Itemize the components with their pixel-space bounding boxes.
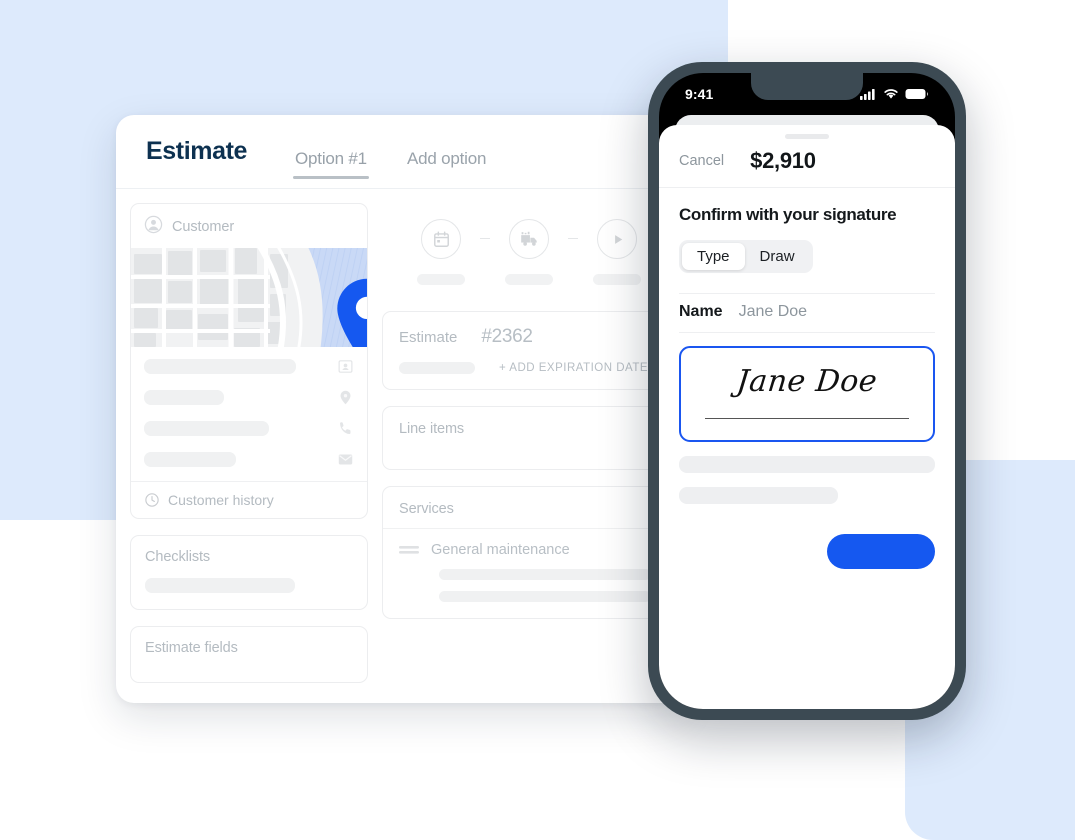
truck-icon: [520, 231, 537, 246]
left-column: Customer Customer history Checklists Est…: [130, 203, 368, 683]
cancel-button[interactable]: Cancel: [679, 153, 724, 169]
desktop-estimate-window: Estimate Option #1 Add option Customer C…: [116, 115, 682, 703]
tab-option-1[interactable]: Option #1: [293, 149, 369, 189]
skeleton-line: [679, 487, 838, 504]
customer-detail-row: [144, 451, 354, 468]
step-label-skeleton: [417, 274, 465, 285]
line-items-card: Line items: [382, 406, 668, 470]
phone-icon: [340, 422, 351, 435]
sheet-body: Confirm with your signature Type Draw Na…: [659, 188, 955, 569]
step-label-skeleton: [505, 274, 553, 285]
step-connector: [568, 238, 578, 240]
drag-handle-icon[interactable]: [399, 543, 419, 557]
truck-step-ring: [509, 219, 549, 259]
amount-total: $2,910: [750, 148, 816, 173]
step-label-skeleton: [593, 274, 641, 285]
workflow-step[interactable]: [402, 219, 480, 285]
step-connector: [480, 238, 490, 240]
segment-type[interactable]: Type: [682, 243, 745, 270]
signature-text: Jane Doe: [734, 364, 880, 399]
estimate-fields-card: Estimate fields: [130, 626, 368, 683]
page-root: Estimate Option #1 Add option Customer C…: [0, 0, 1075, 840]
service-name: General maintenance: [431, 542, 570, 558]
calendar-step-ring: [421, 219, 461, 259]
estimate-number-card: Estimate #2362 + ADD EXPIRATION DATE: [382, 311, 668, 390]
name-label: Name: [679, 303, 723, 320]
signal-icon: [860, 89, 875, 100]
signature-input-box[interactable]: Jane Doe: [679, 346, 935, 442]
confirm-heading: Confirm with your signature: [679, 205, 897, 224]
skeleton-line: [399, 362, 475, 374]
name-value: Jane Doe: [738, 303, 808, 320]
contact-card-icon: [338, 360, 353, 373]
option-tabs: Option #1 Add option: [293, 115, 524, 189]
skeleton-line: [144, 359, 296, 374]
segment-draw[interactable]: Draw: [745, 243, 810, 270]
customer-detail-row: [144, 420, 354, 437]
phone-notch: [751, 73, 863, 100]
name-field-row[interactable]: Name Jane Doe: [679, 293, 935, 333]
map-pin-icon: [337, 278, 367, 347]
desktop-body: Customer Customer history Checklists Est…: [116, 189, 682, 697]
customer-map[interactable]: [131, 248, 367, 347]
skeleton-line: [144, 452, 236, 467]
services-label: Services: [399, 501, 454, 517]
line-items-label: Line items: [399, 421, 465, 437]
status-time: 9:41: [685, 86, 714, 102]
location-pin-icon: [340, 390, 351, 405]
right-column: Estimate #2362 + ADD EXPIRATION DATE Lin…: [382, 203, 668, 683]
skeleton-line: [439, 591, 651, 602]
service-row[interactable]: General maintenance: [399, 529, 651, 558]
play-icon: [614, 234, 622, 244]
page-title: Estimate: [146, 137, 248, 165]
add-expiration-date-button[interactable]: + ADD EXPIRATION DATE: [499, 362, 648, 374]
desktop-header: Estimate Option #1 Add option: [116, 115, 682, 189]
services-card: Services General maintenance: [382, 486, 668, 619]
workflow-step[interactable]: [490, 219, 568, 285]
phone-screen: 9:41 Cancel $2,910 Confirm with your sig…: [659, 73, 955, 709]
signature-bottom-sheet: Cancel $2,910 Confirm with your signatur…: [659, 125, 955, 709]
skeleton-line: [145, 578, 295, 593]
customer-history-label: Customer history: [168, 492, 274, 508]
checklists-label: Checklists: [145, 549, 211, 565]
checklists-card: Checklists: [130, 535, 368, 610]
skeleton-line: [439, 569, 651, 580]
email-icon: [338, 454, 353, 465]
skeleton-line: [144, 421, 269, 436]
status-icons: [860, 88, 929, 100]
tab-add-option[interactable]: Add option: [405, 149, 488, 189]
calendar-icon: [433, 231, 449, 247]
signature-mode-segmented-control: Type Draw: [679, 240, 813, 273]
phone-mockup: 9:41 Cancel $2,910 Confirm with your sig…: [648, 62, 966, 720]
play-step-ring: [597, 219, 637, 259]
customer-avatar-icon: [144, 215, 163, 239]
submit-button[interactable]: [827, 534, 935, 569]
estimate-number: #2362: [481, 326, 533, 347]
workflow-steps: [382, 203, 668, 289]
skeleton-line: [679, 456, 935, 473]
customer-detail-row: [144, 389, 354, 406]
customer-detail-rows: [131, 347, 367, 481]
service-detail-skeletons: [399, 569, 651, 602]
clock-history-icon: [145, 493, 159, 507]
estimate-fields-label: Estimate fields: [145, 640, 238, 656]
customer-history-row[interactable]: Customer history: [131, 481, 367, 518]
signature-baseline: [705, 417, 909, 419]
customer-detail-row: [144, 358, 354, 375]
estimate-label: Estimate: [399, 329, 458, 346]
skeleton-line: [144, 390, 224, 405]
customer-card: Customer Customer history: [130, 203, 368, 519]
wifi-icon: [884, 89, 898, 99]
battery-icon: [905, 89, 928, 99]
customer-card-header: Customer: [131, 204, 367, 248]
workflow-step[interactable]: [578, 219, 656, 285]
customer-card-label: Customer: [172, 219, 235, 235]
sheet-header: Cancel $2,910: [659, 139, 955, 188]
